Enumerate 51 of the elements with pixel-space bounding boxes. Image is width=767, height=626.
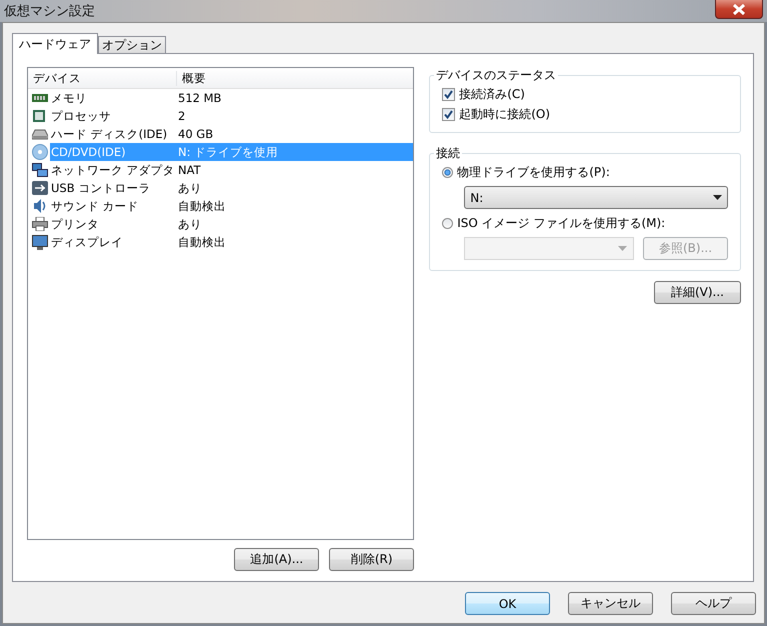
column-header[interactable]: デバイス	[28, 70, 177, 86]
dialog-button[interactable]: 追加(A)...	[234, 548, 320, 571]
dialog-button[interactable]: 削除(R)	[329, 548, 414, 571]
device-name[interactable]: メモリ	[50, 89, 177, 107]
device-name[interactable]: USB コントローラ	[50, 179, 177, 197]
checkbox[interactable]	[442, 88, 456, 100]
column-header[interactable]: 概要	[177, 70, 206, 86]
device-summary: 2	[177, 108, 186, 125]
checkbox[interactable]	[442, 108, 456, 120]
chip-icon	[32, 109, 46, 123]
usb-icon	[32, 181, 48, 195]
radio-label[interactable]: 物理ドライブを使用する(P):	[457, 164, 610, 180]
device-summary: あり	[177, 180, 203, 197]
drive-dropdown[interactable]: N:	[464, 186, 728, 209]
group-title: デバイスのステータス	[435, 67, 558, 84]
device-summary: 40 GB	[177, 126, 214, 143]
advanced-button[interactable]: 詳細(V)...	[654, 281, 741, 304]
tab[interactable]: ハードウェア	[12, 33, 98, 54]
network-icon	[32, 162, 48, 178]
device-name[interactable]: プリンタ	[50, 215, 177, 233]
device-name[interactable]: ハード ディスク(IDE)	[50, 125, 177, 143]
device-summary: 自動検出	[177, 234, 227, 251]
dropdown-value: N:	[470, 190, 484, 204]
device-name[interactable]: プロセッサ	[50, 107, 177, 125]
device-summary: あり	[177, 216, 203, 233]
radio-button[interactable]	[442, 166, 454, 178]
device-summary: 自動検出	[177, 198, 227, 215]
dialog-button[interactable]: ヘルプ	[671, 592, 756, 615]
checkbox-label[interactable]: 起動時に接続(O)	[459, 106, 550, 122]
device-summary: N: ドライブを使用	[177, 143, 414, 161]
device-name[interactable]: サウンド カード	[50, 197, 177, 215]
drive-icon	[32, 128, 48, 140]
dropdown-arrow-icon	[618, 246, 627, 251]
window-title: 仮想マシン設定	[4, 3, 95, 20]
disc-icon	[32, 144, 48, 160]
dialog-button[interactable]: OK	[465, 592, 550, 615]
memory-icon	[32, 92, 48, 104]
device-summary: NAT	[177, 162, 202, 179]
tab[interactable]: オプション	[98, 36, 166, 53]
printer-icon	[32, 217, 48, 231]
checkbox-label[interactable]: 接続済み(C)	[459, 86, 525, 102]
device-name[interactable]: ディスプレイ	[50, 233, 177, 251]
speaker-icon	[32, 198, 48, 214]
dropdown-arrow-icon	[713, 195, 722, 200]
close-button[interactable]	[715, 0, 763, 19]
close-icon	[732, 4, 746, 14]
device-name[interactable]: ネットワーク アダプタ	[50, 161, 177, 179]
dialog-button[interactable]: キャンセル	[568, 592, 653, 615]
monitor-icon	[32, 234, 48, 250]
group-title: 接続	[435, 145, 462, 162]
device-summary: 512 MB	[177, 90, 222, 107]
